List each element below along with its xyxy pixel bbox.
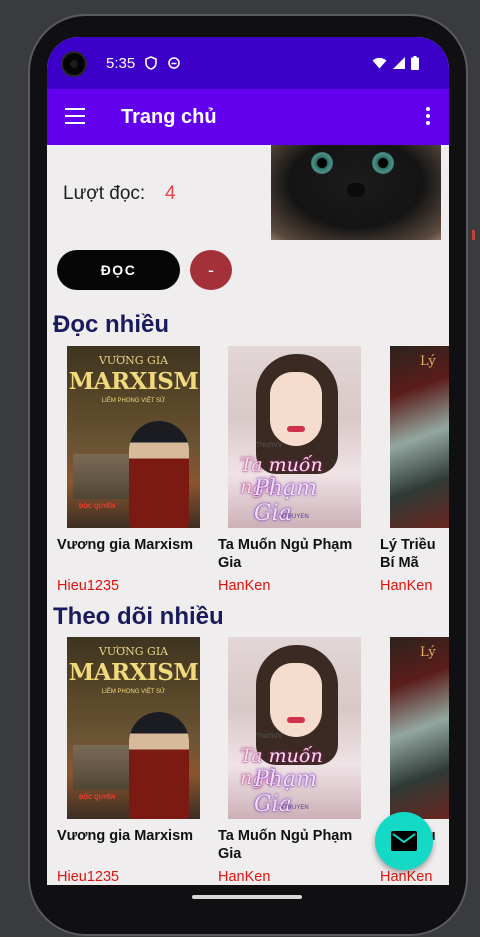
notification-icon <box>168 57 180 69</box>
menu-icon[interactable] <box>65 108 85 124</box>
mail-icon <box>391 831 417 851</box>
status-time: 5:35 <box>106 55 136 72</box>
book-title: Ta Muốn Ngủ Phạm Gia <box>218 537 353 571</box>
battery-icon <box>411 56 419 70</box>
book-author: HanKen <box>218 578 271 594</box>
wifi-icon <box>372 57 387 69</box>
status-bar: 5:35 <box>47 37 449 89</box>
book-author: Hieu1235 <box>57 869 120 885</box>
home-indicator[interactable] <box>192 895 302 899</box>
section-title-most-followed: Theo dõi nhiều <box>53 603 224 630</box>
book-cover: ThichVV Ta muốn ngủ Phạm Gia VTRUYEN <box>228 346 361 528</box>
minus-button[interactable]: - <box>190 250 232 290</box>
read-count-value: 4 <box>165 183 176 204</box>
book-author: HanKen <box>380 869 433 885</box>
book-cover: ThichVV Ta muốn ngủ Phạm Gia VTRUYEN <box>228 637 361 819</box>
book-author: HanKen <box>380 578 433 594</box>
signal-icon <box>393 57 405 69</box>
page-title: Trang chủ <box>121 106 217 128</box>
more-vert-icon[interactable] <box>425 107 431 127</box>
book-author: Hieu1235 <box>57 578 120 594</box>
book-title: Vương gia Marxism <box>57 828 194 844</box>
cat-nose <box>347 183 365 197</box>
main-content[interactable]: Lượt đọc: 4 ĐỌC - Đọc nhiều VƯƠNG GIA MA… <box>47 145 449 885</box>
cat-eye-right <box>372 152 394 174</box>
book-author: HanKen <box>218 869 271 885</box>
status-icons <box>372 56 419 70</box>
book-cover: Lý <box>390 637 449 819</box>
book-cover: VƯƠNG GIA MARXISM LIÊM PHONG VIỆT SỬ ĐỘC… <box>67 346 200 528</box>
book-title: Lý Triều Bí Mã <box>380 537 436 571</box>
book-title: Vương gia Marxism <box>57 537 194 553</box>
section-title-most-read: Đọc nhiều <box>53 311 170 338</box>
app-bar: Trang chủ <box>47 89 449 145</box>
read-count-label: Lượt đọc: <box>63 183 146 204</box>
read-button[interactable]: ĐỌC <box>57 250 180 290</box>
mail-fab-button[interactable] <box>375 812 433 870</box>
book-cover: VƯƠNG GIA MARXISM LIÊM PHONG VIỆT SỬ ĐỘC… <box>67 637 200 819</box>
featured-cover <box>271 145 441 240</box>
screen: 5:35 Trang chủ Lượt đọc: 4 ĐỌC - Đọc nhi… <box>47 37 449 885</box>
side-indicator <box>472 230 475 240</box>
book-cover: Lý <box>390 346 449 528</box>
shield-icon <box>145 56 157 70</box>
front-camera <box>61 51 87 77</box>
cat-eye-left <box>311 152 333 174</box>
book-title: Ta Muốn Ngủ Phạm Gia <box>218 828 353 862</box>
